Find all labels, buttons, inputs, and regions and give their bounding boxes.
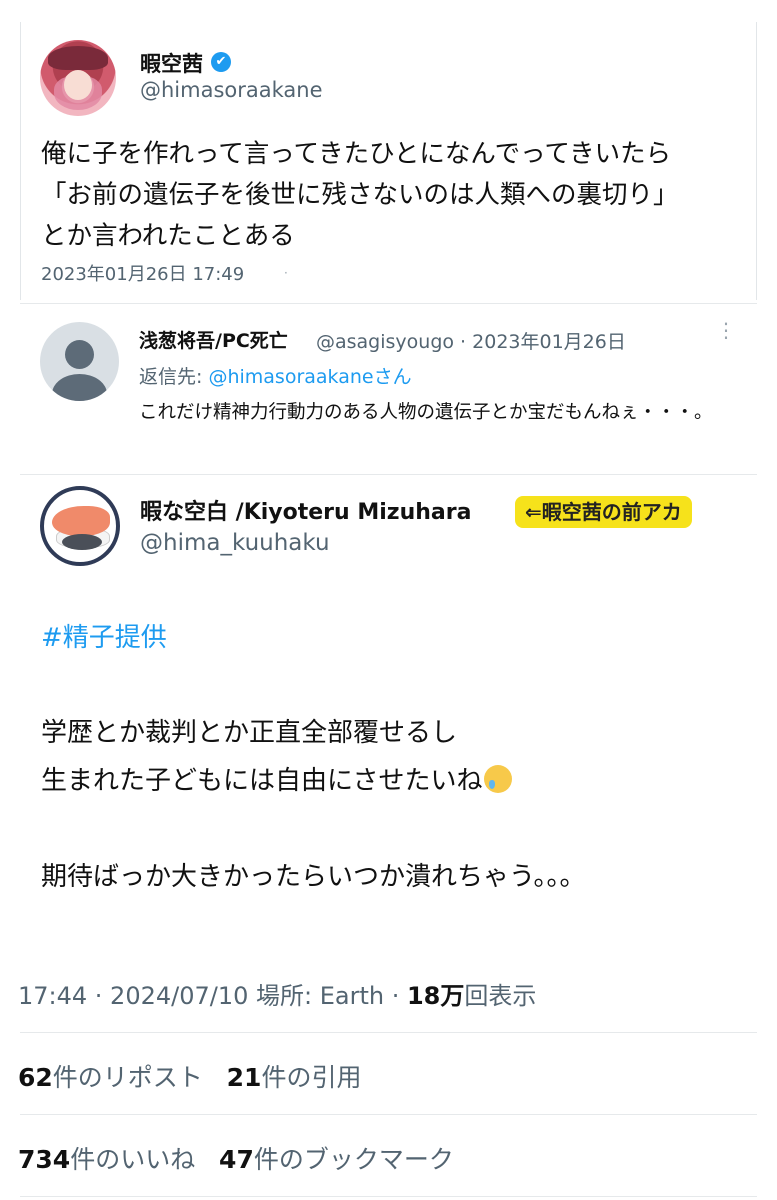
divider <box>20 1196 757 1197</box>
quoted-author-handle[interactable]: @himasoraakane <box>140 78 323 102</box>
reply-author-name[interactable]: 浅葱将吾/PC死亡 <box>139 326 288 353</box>
verified-badge-icon: ✔ <box>211 52 231 72</box>
divider <box>20 303 757 304</box>
tweet-detail-page: 暇空茜 ✔ @himasoraakane 俺に子を作れって言ってきたひとになんで… <box>0 0 777 1200</box>
quotes-link[interactable]: 21件の引用 <box>227 1063 362 1092</box>
timestamp-separator: · <box>284 266 288 280</box>
main-author-handle[interactable]: @hima_kuuhaku <box>140 530 330 556</box>
annotation-label: ⇐暇空茜の前アカ <box>515 496 692 528</box>
reply-to-link[interactable]: @himasoraakaneさん <box>208 366 411 388</box>
reposts-label: 件のリポスト <box>52 1063 203 1092</box>
divider <box>20 1032 757 1033</box>
hashtag-link[interactable]: #精子提供 <box>41 617 167 654</box>
like-stats: 734件のいいね 47件のブックマーク <box>18 1140 454 1176</box>
tweet-meta: 17:44 · 2024/07/10 場所: Earth · 18万回表示 <box>18 976 536 1011</box>
reply-to-label: 返信先: <box>139 366 209 388</box>
avatar[interactable] <box>40 486 120 566</box>
bookmarks-label: 件のブックマーク <box>253 1145 454 1174</box>
reply-text: これだけ精神力行動力のある人物の遺伝子とか宝だもんねぇ・・・。 <box>139 402 713 423</box>
quotes-label: 件の引用 <box>261 1063 362 1092</box>
quotes-count: 21 <box>226 1063 262 1092</box>
views-count: 18万 <box>406 982 465 1010</box>
tweet-time-location[interactable]: 17:44 · 2024/07/10 場所: Earth · <box>18 982 407 1010</box>
repost-stats: 62件のリポスト 21件の引用 <box>18 1058 361 1094</box>
divider <box>20 474 757 475</box>
quoted-text-line: とか言われたことある <box>41 221 295 251</box>
views-label: 回表示 <box>464 982 537 1010</box>
tweet-body-line: 期待ばっか大きかったらいつか潰れちゃう。。。 <box>41 862 586 892</box>
bookmarks-link[interactable]: 47件のブックマーク <box>219 1145 454 1174</box>
quoted-timestamp[interactable]: 2023年01月26日 17:49 <box>41 260 244 286</box>
bookmarks-count: 47 <box>219 1145 254 1174</box>
likes-count: 734 <box>18 1145 71 1174</box>
divider <box>20 1114 757 1115</box>
quoted-tweet-text: 俺に子を作れって言ってきたひとになんでってきいたら 「お前の遺伝子を後世に残さな… <box>41 134 679 257</box>
crying-face-icon <box>484 765 513 793</box>
more-options-icon[interactable]: ⋮ <box>716 320 736 340</box>
tweet-body-line-with-emoji: 生まれた子どもには自由にさせたいね <box>41 760 513 797</box>
reposts-count: 62 <box>18 1063 53 1092</box>
main-author-name[interactable]: 暇な空白 /Kiyoteru Mizuhara <box>140 494 471 526</box>
quoted-text-line: 俺に子を作れって言ってきたひとになんでってきいたら <box>41 139 672 169</box>
reply-meta[interactable]: @asagisyougo · 2023年01月26日 <box>316 327 626 354</box>
likes-link[interactable]: 734件のいいね <box>18 1145 195 1174</box>
quoted-text-line: 「お前の遺伝子を後世に残さないのは人類への裏切り」 <box>41 180 679 210</box>
avatar[interactable] <box>40 40 116 116</box>
likes-label: 件のいいね <box>70 1145 196 1174</box>
default-avatar-icon[interactable] <box>40 322 119 401</box>
tweet-body-line: 生まれた子どもには自由にさせたいね <box>41 766 483 796</box>
reposts-link[interactable]: 62件のリポスト <box>18 1063 203 1092</box>
quoted-author-name[interactable]: 暇空茜 <box>140 48 203 78</box>
tweet-body-line: 学歴とか裁判とか正直全部覆せるし <box>41 718 458 748</box>
reply-to-line: 返信先: @himasoraakaneさん <box>139 362 412 389</box>
